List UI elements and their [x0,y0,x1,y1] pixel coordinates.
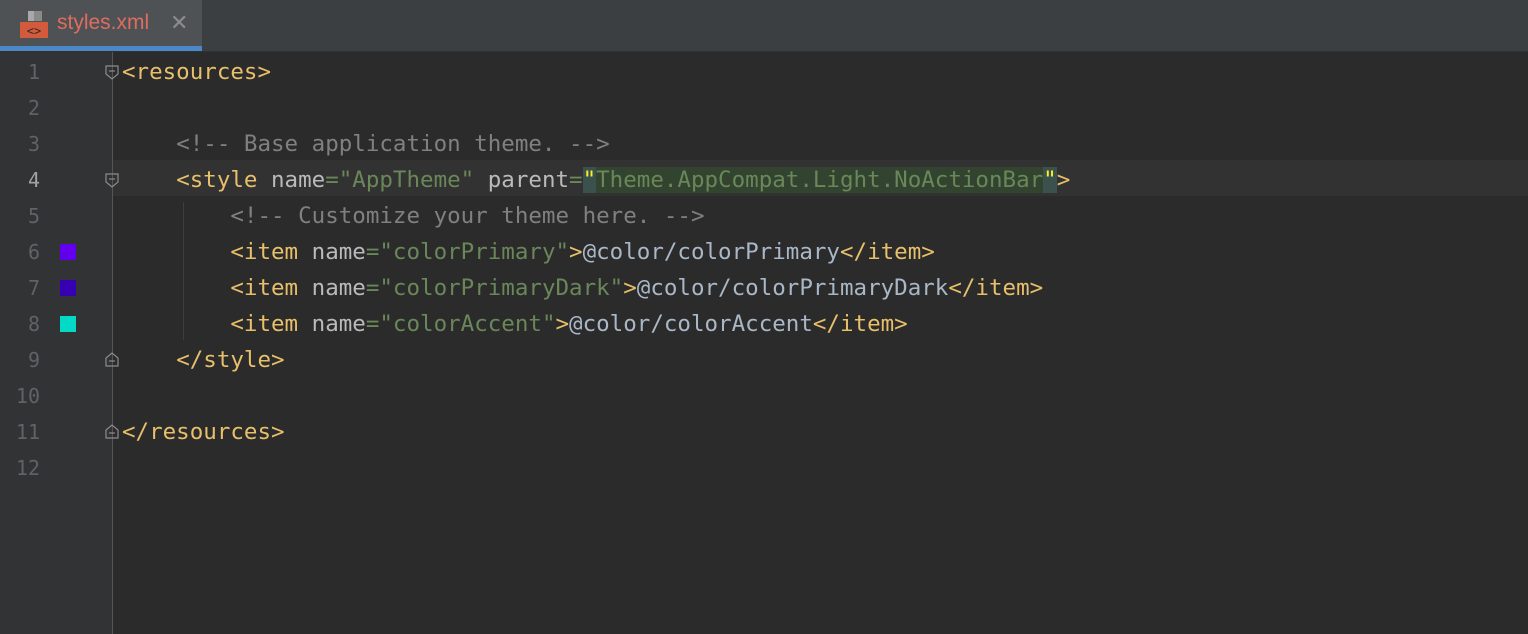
xml-tag: </style> [176,347,285,373]
svg-text:<>: <> [27,24,41,38]
code-line-current[interactable]: <style name="AppTheme" parent="Theme.App… [122,162,1070,198]
xml-attribute: name [311,275,366,301]
line-number[interactable]: 8 [0,306,40,342]
xml-tag: </item> [812,311,908,337]
code-line[interactable]: <item name="colorAccent">@color/colorAcc… [122,306,908,342]
xml-text: @color/colorAccent [569,311,813,337]
editor-tab-bar: <> styles.xml ✕ [0,0,1528,52]
xml-comment: <!-- Customize your theme here. --> [230,203,705,229]
code-line[interactable]: </resources> [122,414,285,450]
line-number[interactable]: 7 [0,270,40,306]
xml-attribute: parent [487,167,570,193]
xml-equals: = [569,167,583,193]
xml-tag: <resources> [122,59,272,85]
xml-tag: <item [230,311,299,337]
xml-text: @color/colorPrimaryDark [636,275,949,301]
xml-value: "AppTheme" [338,167,475,193]
xml-tag: <item [230,275,299,301]
xml-attribute: name [311,239,366,265]
xml-tag: </resources> [122,419,285,445]
fold-open-icon[interactable] [104,172,120,188]
xml-tag: > [1056,167,1071,193]
xml-tag: </item> [948,275,1044,301]
active-tab-indicator [0,46,202,51]
tab-title: styles.xml [57,11,150,34]
xml-value: "colorAccent" [379,311,556,337]
xml-tag: > [623,275,637,301]
color-swatch-primary-dark[interactable] [60,280,76,296]
line-number[interactable]: 9 [0,342,40,378]
line-number[interactable]: 6 [0,234,40,270]
xml-value: "colorPrimaryDark" [379,275,624,301]
xml-comment: <!-- Base application theme. --> [176,131,610,157]
xml-tag: > [555,311,570,337]
line-number[interactable]: 1 [0,54,40,90]
line-number-current[interactable]: 4 [0,162,40,198]
xml-tag: <item [230,239,299,265]
xml-text: @color/colorPrimary [582,239,840,265]
matched-quote: " [1043,167,1057,193]
code-line[interactable]: <!-- Base application theme. --> [122,126,610,162]
xml-attribute: name [271,167,326,193]
code-line[interactable]: <item name="colorPrimaryDark">@color/col… [122,270,1043,306]
xml-file-icon: <> [20,11,48,38]
code-line[interactable]: <!-- Customize your theme here. --> [122,198,705,234]
xml-value: Theme.AppCompat.Light.NoActionBar [596,167,1044,193]
line-number[interactable]: 2 [0,90,40,126]
fold-close-icon[interactable] [104,352,120,368]
color-swatch-primary[interactable] [60,244,76,260]
color-swatch-accent[interactable] [60,316,76,332]
close-icon[interactable]: ✕ [170,10,188,36]
tab-styles-xml[interactable]: <> styles.xml ✕ [0,0,202,51]
line-number[interactable]: 5 [0,198,40,234]
code-line[interactable]: </style> [122,342,285,378]
line-number[interactable]: 3 [0,126,40,162]
xml-value: "colorPrimary" [379,239,570,265]
xml-attribute: name [311,311,366,337]
xml-tag: <style [176,167,258,193]
xml-equals: = [325,167,339,193]
xml-tag: > [569,239,583,265]
code-line[interactable]: <resources> [122,54,271,90]
xml-equals: = [365,311,380,337]
line-number[interactable]: 12 [0,450,40,486]
line-number[interactable]: 11 [0,414,40,450]
xml-equals: = [365,275,380,301]
line-number[interactable]: 10 [0,378,40,414]
xml-equals: = [365,239,380,265]
fold-close-icon[interactable] [104,424,120,440]
xml-tag: </item> [839,239,935,265]
fold-open-icon[interactable] [104,64,120,80]
matched-quote: " [582,167,597,193]
code-line[interactable]: <item name="colorPrimary">@color/colorPr… [122,234,935,270]
gutter-divider [112,52,113,634]
